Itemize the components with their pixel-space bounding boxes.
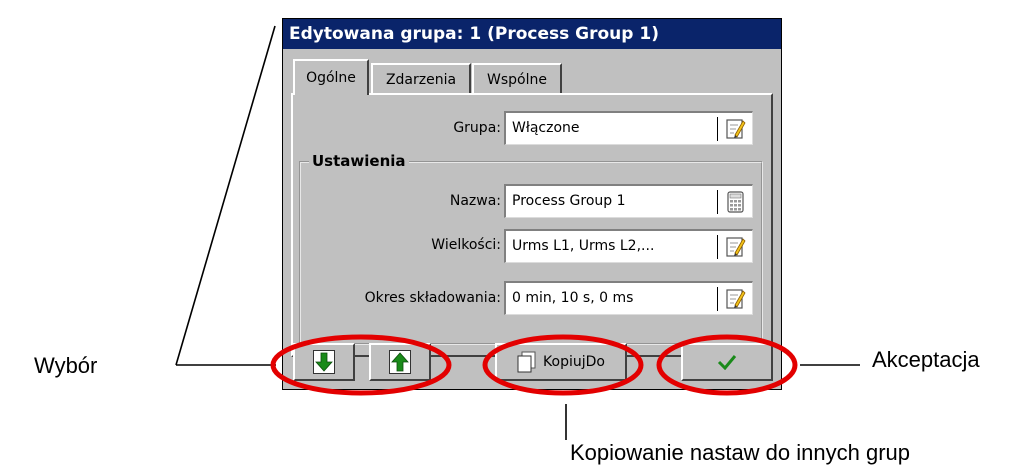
annotation-copy: Kopiowanie nastaw do innych grup bbox=[570, 440, 911, 465]
nazwa-value: Process Group 1 bbox=[512, 193, 626, 209]
copy-to-button[interactable]: KopiujDo bbox=[495, 343, 627, 381]
copy-to-label: KopiujDo bbox=[543, 354, 605, 370]
arrow-down-icon bbox=[313, 350, 335, 374]
settings-title: Ustawienia bbox=[309, 152, 409, 170]
grupa-value: Włączone bbox=[512, 120, 580, 136]
annotation-accept: Akceptacja bbox=[872, 347, 980, 372]
accept-button[interactable] bbox=[681, 343, 773, 381]
grupa-label: Grupa: bbox=[453, 120, 501, 136]
arrow-up-icon bbox=[389, 350, 411, 374]
checkmark-icon bbox=[717, 355, 737, 370]
field-separator bbox=[717, 117, 718, 141]
wielkosci-field[interactable]: Urms L1, Urms L2,... bbox=[504, 229, 753, 263]
grupa-field[interactable]: Włączone bbox=[504, 111, 753, 145]
field-separator bbox=[717, 287, 718, 311]
nazwa-label: Nazwa: bbox=[449, 193, 501, 209]
keyboard-icon[interactable] bbox=[726, 191, 746, 213]
annotation-selection: Wybór bbox=[34, 353, 98, 378]
edit-group-window: Edytowana grupa: 1 (Process Group 1) Ogó… bbox=[282, 18, 782, 390]
tab-wspolne[interactable]: Wspólne bbox=[472, 63, 562, 93]
field-separator bbox=[717, 190, 718, 214]
edit-icon[interactable] bbox=[726, 118, 746, 140]
okres-label: Okres składowania: bbox=[364, 290, 501, 306]
tab-zdarzenia[interactable]: Zdarzenia bbox=[371, 63, 471, 93]
edit-icon[interactable] bbox=[726, 236, 746, 258]
okres-field[interactable]: 0 min, 10 s, 0 ms bbox=[504, 281, 753, 315]
next-group-button[interactable] bbox=[293, 343, 355, 381]
field-separator bbox=[717, 235, 718, 259]
wielkosci-value: Urms L1, Urms L2,... bbox=[512, 238, 655, 254]
nazwa-field[interactable]: Process Group 1 bbox=[504, 184, 753, 218]
edit-icon[interactable] bbox=[726, 288, 746, 310]
window-title: Edytowana grupa: 1 (Process Group 1) bbox=[283, 19, 781, 49]
okres-value: 0 min, 10 s, 0 ms bbox=[512, 290, 634, 306]
copy-icon bbox=[517, 351, 536, 373]
previous-group-button[interactable] bbox=[369, 343, 431, 381]
tab-ogolne[interactable]: Ogólne bbox=[293, 59, 369, 95]
wielkosci-label: Wielkości: bbox=[431, 237, 501, 253]
